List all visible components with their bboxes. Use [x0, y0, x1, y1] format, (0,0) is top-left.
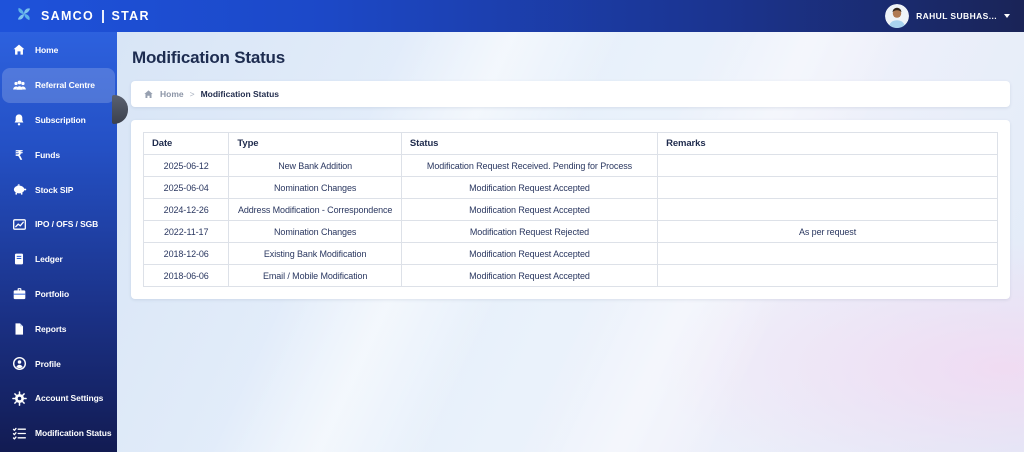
- sidebar-item-portfolio[interactable]: Portfolio: [0, 277, 117, 312]
- sidebar-item-referral-centre[interactable]: Referral Centre: [2, 67, 115, 103]
- table-cell: Nomination Changes: [228, 220, 402, 243]
- breadcrumb-home-link[interactable]: Home: [160, 89, 184, 99]
- brand-divider: [102, 9, 104, 23]
- table-row: 2022-11-17 Nomination Changes Modification…: [142, 220, 998, 243]
- sidebar-item-label: Ledger: [35, 254, 63, 265]
- table-cell: [657, 176, 998, 199]
- column-header-remarks: Remarks: [657, 132, 998, 155]
- table-cell: Modification Request Accepted: [400, 176, 659, 199]
- sidebar-item-ipo-ofs-sgb[interactable]: IPO / OFS / SGB: [0, 207, 117, 242]
- table-cell: [657, 242, 998, 265]
- sidebar-nav: Home Referral Centre Subscription ₹ Funds Sto…: [0, 32, 117, 451]
- sidebar: Home Referral Centre Subscription ₹ Funds Sto…: [0, 32, 117, 452]
- sidebar-item-subscription[interactable]: Subscription: [0, 103, 117, 138]
- modification-table-card: Date Type Status Remarks 2025-06-12 New Bank…: [131, 120, 1010, 299]
- user-menu[interactable]: RAHUL SUBHAS...: [885, 4, 1010, 28]
- sidebar-item-label: Account Settings: [35, 393, 104, 404]
- chart-icon: [11, 217, 27, 232]
- sidebar-item-label: IPO / OFS / SGB: [35, 219, 99, 230]
- sidebar-item-label: Funds: [35, 149, 60, 160]
- briefcase-icon: [11, 286, 27, 301]
- table-cell: Email / Mobile Modification: [228, 264, 402, 287]
- table-cell: Modification Request Received. Pending f…: [400, 154, 659, 177]
- table-cell: Modification Request Accepted: [400, 242, 659, 265]
- table-row: 2018-12-06 Existing Bank Modification Modi…: [142, 242, 998, 265]
- table-cell: New Bank Addition: [228, 154, 402, 177]
- table-cell: [657, 154, 998, 177]
- sidebar-item-funds[interactable]: ₹ Funds: [0, 137, 117, 172]
- sidebar-item-account-settings[interactable]: Account Settings: [0, 381, 117, 416]
- sidebar-item-stock-sip[interactable]: Stock SIP: [0, 172, 117, 207]
- person-icon: [11, 356, 27, 371]
- table-cell: 2024-12-26: [142, 198, 230, 221]
- table-row: 2025-06-04 Nomination Changes Modification…: [142, 176, 998, 199]
- topbar: SAMCO STAR RAHUL SUBHAS...: [0, 0, 1024, 32]
- ledger-icon: [11, 252, 27, 266]
- brand-logo[interactable]: SAMCO STAR: [14, 4, 150, 29]
- table-cell: Existing Bank Modification: [228, 242, 402, 265]
- table-cell: [657, 264, 998, 287]
- piggy-bank-icon: [11, 182, 27, 197]
- sidebar-item-label: Stock SIP: [35, 184, 74, 195]
- sidebar-item-label: Reports: [35, 323, 67, 334]
- sidebar-item-label: Subscription: [35, 114, 86, 125]
- sidebar-item-reports[interactable]: Reports: [0, 311, 117, 346]
- table-cell: 2025-06-12: [142, 154, 230, 177]
- table-cell: Address Modification - Correspondence: [228, 198, 402, 221]
- modification-table: Date Type Status Remarks 2025-06-12 New Bank…: [142, 132, 998, 287]
- table-cell: Modification Request Accepted: [400, 264, 659, 287]
- sidebar-item-profile[interactable]: Profile: [0, 346, 117, 381]
- table-row: 2025-06-12 New Bank Addition Modification …: [142, 154, 998, 177]
- user-name: RAHUL SUBHAS...: [916, 11, 997, 21]
- sidebar-item-home[interactable]: Home: [0, 33, 117, 68]
- brand-name: SAMCO: [41, 9, 95, 23]
- sidebar-item-label: Profile: [35, 358, 61, 369]
- sidebar-item-modification-status[interactable]: Modification Status: [0, 416, 117, 451]
- table-cell: 2018-06-06: [142, 264, 230, 287]
- table-header-row: Date Type Status Remarks: [142, 132, 998, 155]
- table-cell: 2018-12-06: [142, 242, 230, 265]
- sidebar-item-label: Referral Centre: [35, 80, 95, 91]
- bell-icon: [11, 113, 27, 127]
- table-cell: Modification Request Rejected: [400, 220, 659, 243]
- samco-pinwheel-icon: [14, 4, 34, 29]
- column-header-type: Type: [228, 132, 402, 155]
- sidebar-item-label: Modification Status: [35, 428, 112, 439]
- sidebar-item-label: Portfolio: [35, 288, 70, 299]
- svg-text:₹: ₹: [15, 148, 23, 162]
- breadcrumb-current: Modification Status: [200, 89, 279, 99]
- table-cell: [657, 198, 998, 221]
- column-header-status: Status: [400, 132, 659, 155]
- page-title: Modification Status: [132, 48, 285, 67]
- referral-icon: [11, 78, 27, 93]
- gear-icon: [11, 391, 27, 406]
- sidebar-item-ledger[interactable]: Ledger: [0, 242, 117, 277]
- table-cell: As per request: [657, 220, 998, 243]
- home-icon: [11, 43, 27, 57]
- chevron-down-icon: [1004, 14, 1010, 18]
- table-cell: 2025-06-04: [142, 176, 230, 199]
- breadcrumb: Home > Modification Status: [131, 81, 1010, 107]
- table-row: 2018-06-06 Email / Mobile Modification Mod…: [142, 264, 998, 287]
- brand-product: STAR: [111, 9, 150, 23]
- avatar: [885, 4, 910, 28]
- checklist-icon: [11, 426, 27, 441]
- sidebar-item-label: Home: [35, 45, 59, 56]
- table-row: 2024-12-26 Address Modification - Corresp…: [142, 198, 998, 221]
- column-header-date: Date: [142, 132, 230, 155]
- breadcrumb-separator: >: [189, 89, 195, 99]
- home-icon: [143, 89, 154, 100]
- table-cell: 2022-11-17: [142, 220, 230, 243]
- rupee-icon: ₹: [11, 148, 27, 162]
- table-cell: Nomination Changes: [228, 176, 402, 199]
- table-cell: Modification Request Accepted: [400, 198, 659, 221]
- main-content: Modification Status Home > Modification …: [117, 32, 1024, 452]
- document-icon: [11, 322, 27, 336]
